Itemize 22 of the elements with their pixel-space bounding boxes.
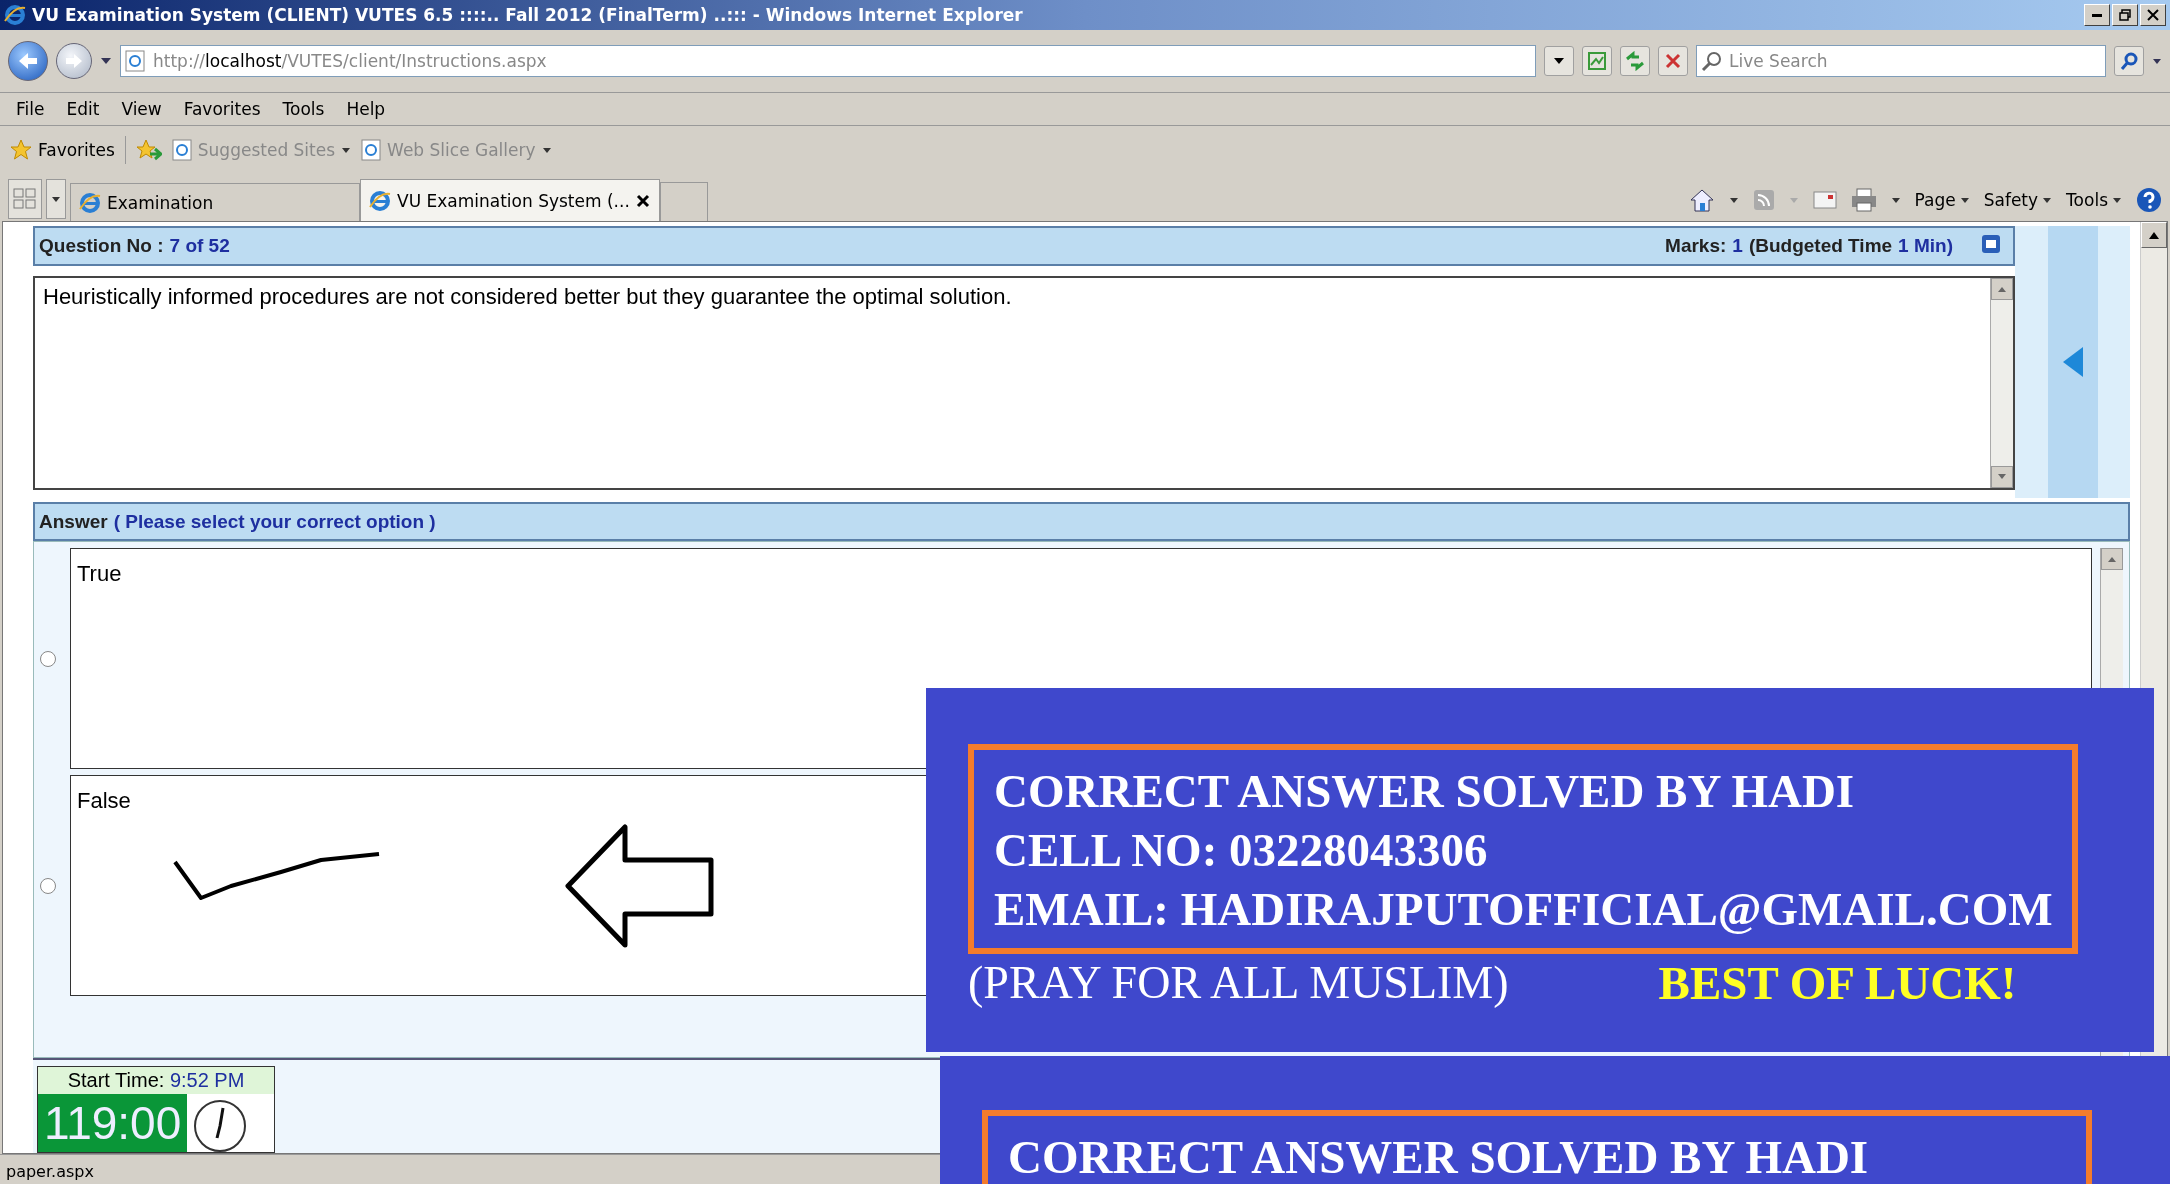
answer-hint: ( Please select your correct option ) bbox=[113, 510, 436, 533]
question-text: Heuristically informed procedures are not considered better but they guarantee the optimal solution. bbox=[42, 283, 1013, 311]
start-time: 9:52 PM bbox=[169, 1069, 245, 1091]
marks-label: Marks: bbox=[1665, 235, 1727, 257]
start-time-label: Start Time: bbox=[67, 1069, 165, 1091]
banner-text: CORRECT ANSWER SOLVED BY HADI bbox=[1008, 1130, 1870, 1184]
marks-label: (Budgeted Time bbox=[1748, 235, 1893, 257]
question-number: 7 of 52 bbox=[169, 235, 230, 257]
option-text: False bbox=[77, 788, 131, 814]
marks-value: 1 Min) bbox=[1898, 235, 1953, 257]
countdown: 119:00 bbox=[38, 1094, 188, 1152]
banner-text: CELL NO: 03228043306 bbox=[994, 823, 1489, 878]
question-number-label: Question No : bbox=[39, 235, 164, 257]
window-title: VU Examination System (CLIENT) VUTES 6.5 ::::.. Fall 2012 (FinalTerm) ..::: - Windows Internet Explorer bbox=[32, 5, 1023, 25]
banner-note: (PRAY FOR ALL MUSLIM) bbox=[968, 956, 1509, 1010]
url-text: http://localhost/VUTES/client/Instructions.aspx bbox=[153, 51, 547, 71]
answer-label: Answer bbox=[39, 510, 108, 533]
marks-value: 1 bbox=[1732, 235, 1743, 257]
status-text: paper.aspx bbox=[6, 1162, 94, 1181]
banner-text: EMAIL: HADIRAJPUTOFFICIAL@GMAIL.COM bbox=[994, 882, 2052, 937]
option-text: True bbox=[77, 561, 122, 587]
banner-wish: BEST OF LUCK! bbox=[1658, 956, 2017, 1010]
